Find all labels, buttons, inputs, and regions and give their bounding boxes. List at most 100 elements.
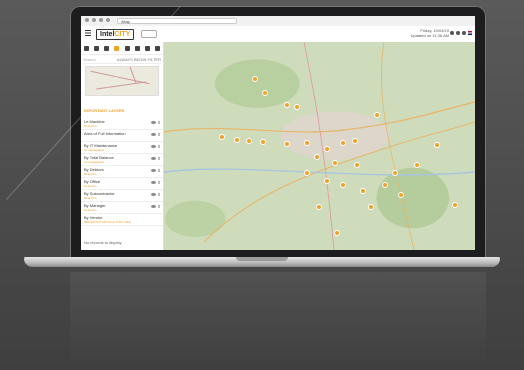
layer-sub: Real-time	[84, 196, 97, 200]
map-marker[interactable]	[316, 204, 322, 210]
hamburger-menu-icon[interactable]	[85, 30, 91, 36]
target-icon[interactable]	[124, 45, 130, 51]
map-marker[interactable]	[314, 154, 320, 160]
map-marker[interactable]	[414, 162, 420, 168]
layers-icon[interactable]	[93, 45, 99, 51]
map-marker[interactable]	[392, 170, 398, 176]
layer-item[interactable]: By Total Balance Unmanageable	[81, 154, 163, 166]
filter-icon[interactable]	[155, 45, 161, 51]
map-marker[interactable]	[374, 112, 380, 118]
map-marker[interactable]	[284, 141, 290, 147]
more-icon[interactable]	[158, 121, 160, 124]
layer-item[interactable]: By Subcontractor Real-time	[81, 190, 163, 202]
visibility-icon[interactable]	[151, 169, 156, 172]
more-icon[interactable]	[158, 205, 160, 208]
fullscreen-icon[interactable]	[450, 31, 454, 35]
map-marker[interactable]	[252, 76, 258, 82]
print-icon[interactable]	[83, 45, 89, 51]
forward-icon[interactable]	[92, 18, 96, 22]
map-marker[interactable]	[360, 188, 366, 194]
layer-item[interactable]: By Debtors Real-time	[81, 166, 163, 178]
image-icon[interactable]	[104, 45, 110, 51]
search-input[interactable]: Search ALWAYS BEGIN FILTER	[83, 56, 161, 64]
more-icon[interactable]	[158, 181, 160, 184]
map-marker[interactable]	[434, 142, 440, 148]
layer-sub: Unmanageable	[84, 148, 105, 152]
layer-controls	[151, 169, 160, 172]
layer-sub: Real-time	[84, 124, 97, 128]
layer-controls	[151, 205, 160, 208]
map-marker[interactable]	[354, 162, 360, 168]
layer-controls	[151, 145, 160, 148]
map-marker[interactable]	[324, 146, 330, 152]
visibility-icon[interactable]	[151, 157, 156, 160]
layer-sub: Real-time	[84, 172, 97, 176]
more-icon[interactable]	[158, 133, 160, 136]
map-marker[interactable]	[324, 178, 330, 184]
app-logo: IntelCITY	[96, 29, 135, 40]
map-road	[203, 121, 475, 243]
layer-list: Le Machine Real-time Area of Full Informa…	[81, 118, 163, 226]
city-map[interactable]	[164, 42, 475, 250]
map-marker[interactable]	[332, 160, 338, 166]
back-icon[interactable]	[85, 18, 89, 22]
layer-item[interactable]: By Office Real-time	[81, 178, 163, 190]
map-river	[164, 168, 475, 176]
layer-sub: IMPORTANT ARTICLE STATUSES	[84, 220, 131, 224]
visibility-icon[interactable]	[151, 193, 156, 196]
home-icon[interactable]	[106, 18, 110, 22]
map-marker[interactable]	[340, 140, 346, 146]
visibility-icon[interactable]	[151, 133, 156, 136]
map-marker[interactable]	[304, 170, 310, 176]
minimap-road	[96, 81, 146, 90]
sidebar: Search ALWAYS BEGIN FILTER IMPORTANT LAY…	[81, 42, 164, 250]
visibility-icon[interactable]	[151, 181, 156, 184]
reload-icon[interactable]	[99, 18, 103, 22]
map-marker[interactable]	[340, 182, 346, 188]
layer-item[interactable]: By Manager Real-time	[81, 202, 163, 214]
map-marker[interactable]	[219, 134, 225, 140]
more-icon[interactable]	[158, 193, 160, 196]
map-marker[interactable]	[368, 204, 374, 210]
map-marker[interactable]	[398, 192, 404, 198]
layer-item[interactable]: Le Machine Real-time	[81, 118, 163, 130]
language-flag-icon[interactable]	[468, 31, 472, 35]
address-bar[interactable]: /Map	[117, 18, 237, 24]
logo-prefix: Intel	[100, 31, 115, 38]
map-marker[interactable]	[246, 138, 252, 144]
map-marker[interactable]	[234, 137, 240, 143]
gear-icon[interactable]	[462, 31, 466, 35]
layer-sub: Unmanageable	[84, 160, 105, 164]
more-icon[interactable]	[158, 145, 160, 148]
map-marker[interactable]	[260, 139, 266, 145]
layer-controls	[151, 133, 160, 136]
logo-suffix: CITY	[114, 31, 131, 38]
visibility-icon[interactable]	[151, 205, 156, 208]
map-marker[interactable]	[294, 104, 300, 110]
header-info: Friday, 10/04/19 Updated on 11:36 AM	[411, 28, 449, 38]
chart-icon[interactable]	[114, 45, 120, 51]
map-marker[interactable]	[352, 138, 358, 144]
map-marker[interactable]	[382, 182, 388, 188]
map-marker[interactable]	[304, 140, 310, 146]
visibility-icon[interactable]	[151, 121, 156, 124]
settings-icon[interactable]	[145, 45, 151, 51]
map-marker[interactable]	[452, 202, 458, 208]
app-header: IntelCITY Friday, 10/04/19 Updated on 11…	[81, 26, 475, 43]
map-marker[interactable]	[262, 90, 268, 96]
laptop-base	[24, 257, 500, 267]
no-records-message: No records to display	[84, 240, 122, 245]
visibility-icon[interactable]	[151, 145, 156, 148]
section-title: IMPORTANT LAYERS	[84, 108, 125, 113]
layer-item[interactable]: Area of Full Information	[81, 130, 163, 142]
more-icon[interactable]	[158, 157, 160, 160]
layer-controls	[151, 181, 160, 184]
map-marker[interactable]	[334, 230, 340, 236]
map-road	[380, 42, 415, 250]
map-marker[interactable]	[284, 102, 290, 108]
layer-item[interactable]: By IT Maintenance Unmanageable	[81, 142, 163, 154]
notification-icon[interactable]	[456, 31, 460, 35]
layer-item[interactable]: By Vendor IMPORTANT ARTICLE STATUSES	[81, 214, 163, 226]
search-filter-label[interactable]: ALWAYS BEGIN FILTER	[117, 56, 161, 63]
more-icon[interactable]	[158, 169, 160, 172]
